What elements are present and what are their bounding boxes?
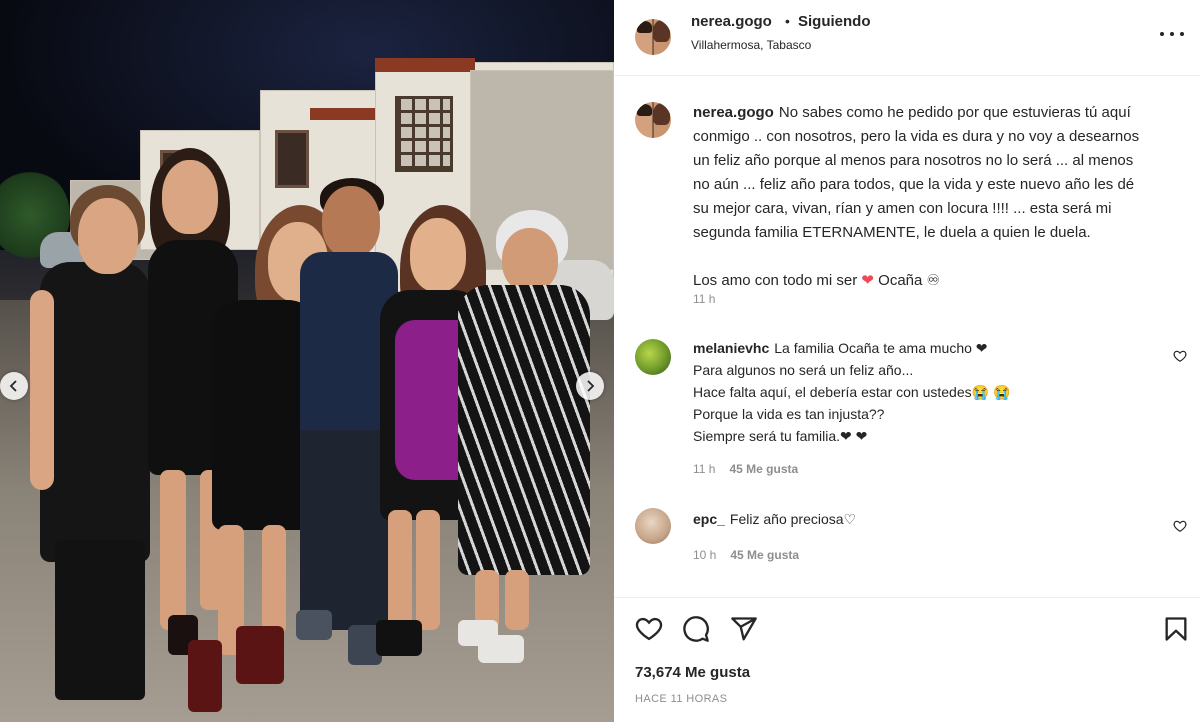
comment-heart-icon[interactable] <box>1173 349 1187 363</box>
commenter-avatar[interactable] <box>635 508 671 544</box>
like-count[interactable]: 73,674 Me gusta <box>635 664 750 681</box>
post-photo[interactable] <box>0 0 614 722</box>
caption-line: No sabes como he pedido por que estuvier… <box>778 104 1131 121</box>
author-username[interactable]: nerea.gogo <box>691 13 772 30</box>
caption-closing-end: Ocaña ♾ <box>878 272 940 289</box>
separator-dot: • <box>785 13 790 29</box>
caption-avatar[interactable] <box>635 102 671 138</box>
post-sidebar: nerea.gogo • Siguiendo Villahermosa, Tab… <box>614 0 1200 722</box>
roof <box>375 58 475 72</box>
post-timestamp[interactable]: HACE 11 HORAS <box>635 693 727 705</box>
comment-line: Para algunos no será un feliz año... <box>693 362 914 378</box>
more-options-icon[interactable] <box>1160 26 1184 42</box>
comment-line: La familia Ocaña te ama mucho ❤ <box>774 340 988 356</box>
post-caption: nerea.gogo No sabes como he pedido por qu… <box>693 101 1153 293</box>
window-grille <box>395 96 453 172</box>
comment-line: Hace falta aquí, el debería estar con us… <box>693 384 1011 400</box>
caption-line: segunda familia ETERNAMENTE, le duela a … <box>693 224 1091 241</box>
caption-line: no aún ... feliz año para todos, que la … <box>693 176 1135 193</box>
red-heart-emoji: ❤ <box>861 272 874 289</box>
comment-line: Porque la vida es tan injusta?? <box>693 406 885 422</box>
bookmark-icon[interactable] <box>1162 615 1190 643</box>
comment-likes[interactable]: 45 Me gusta <box>730 548 799 562</box>
comment-meta: 10 h 45 Me gusta <box>693 548 799 562</box>
chevron-left-icon <box>9 380 17 392</box>
caption-line: conmigo .. con nosotros, pero la vida es… <box>693 128 1140 145</box>
commenter-username[interactable]: melanievhc <box>693 340 769 356</box>
paper-plane-icon[interactable] <box>730 615 758 643</box>
comment: epc_ Feliz año preciosa♡ <box>693 508 1133 530</box>
heart-icon[interactable] <box>635 615 663 643</box>
prev-photo-button[interactable] <box>0 372 28 400</box>
comments-section: nerea.gogo No sabes como he pedido por qu… <box>614 77 1200 597</box>
caption-closing: Los amo con todo mi ser <box>693 272 858 289</box>
caption-username[interactable]: nerea.gogo <box>693 104 774 121</box>
post-actions: 73,674 Me gusta HACE 11 HORAS <box>614 597 1200 722</box>
caption-line: su mejor cara, vivan, rían y amen con lo… <box>693 200 1112 217</box>
following-button[interactable]: Siguiendo <box>798 13 871 30</box>
chevron-right-icon <box>587 380 595 392</box>
post-header: nerea.gogo • Siguiendo Villahermosa, Tab… <box>614 0 1200 76</box>
commenter-username[interactable]: epc_ <box>693 511 725 527</box>
comment-line: Feliz año preciosa♡ <box>729 511 857 527</box>
commenter-avatar[interactable] <box>635 339 671 375</box>
comment-line: Siempre será tu familia.❤ ❤ <box>693 428 868 444</box>
caption-time[interactable]: 11 h <box>693 292 715 306</box>
comment: melanievhc La familia Ocaña te ama mucho … <box>693 337 1133 447</box>
comment-bubble-icon[interactable] <box>682 615 710 643</box>
comment-meta: 11 h 45 Me gusta <box>693 462 798 476</box>
comment-time[interactable]: 10 h <box>693 548 716 562</box>
comment-heart-icon[interactable] <box>1173 519 1187 533</box>
post-location[interactable]: Villahermosa, Tabasco <box>691 38 811 52</box>
author-avatar[interactable] <box>635 19 671 55</box>
comment-time[interactable]: 11 h <box>693 462 715 476</box>
house-window <box>275 130 309 188</box>
comment-likes[interactable]: 45 Me gusta <box>729 462 798 476</box>
next-photo-button[interactable] <box>576 372 604 400</box>
caption-line: un feliz año porque al menos para nosotr… <box>693 152 1134 169</box>
